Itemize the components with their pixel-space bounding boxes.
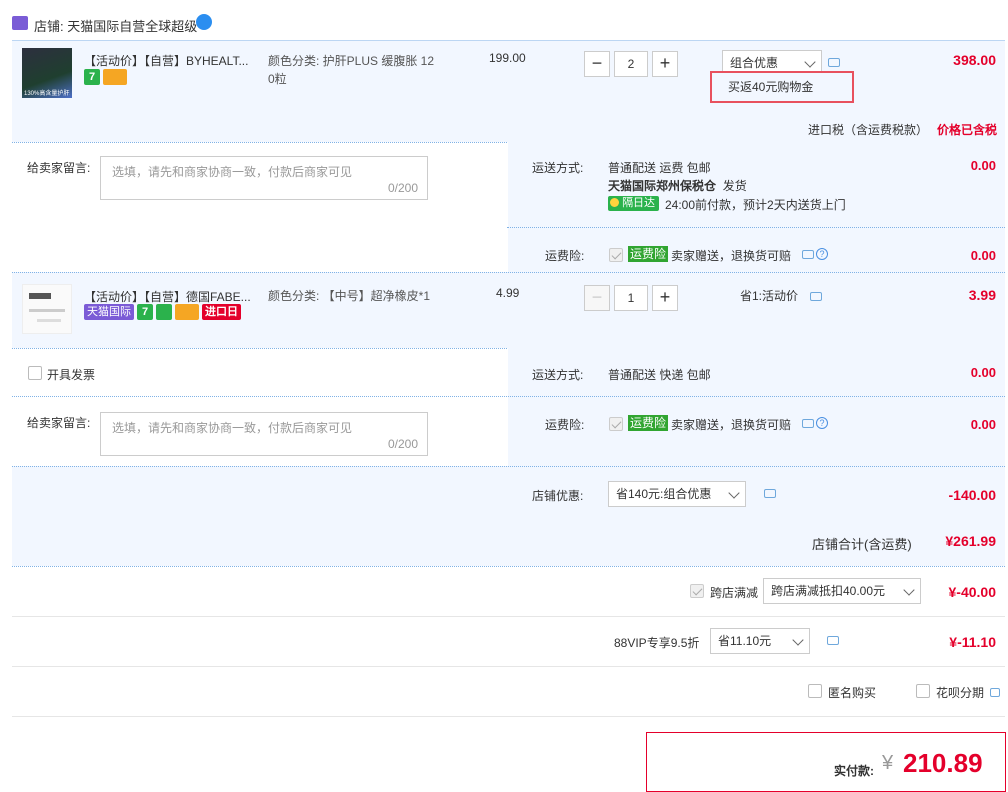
chevron-down-icon [903,584,915,596]
insurance-checkbox[interactable] [609,248,623,262]
cross-store-label: 跨店满减 [710,586,759,600]
shipping-method: 普通配送 运费 包邮 [608,161,711,175]
lightning-icon [610,198,619,207]
store-label: 店铺: [34,19,64,34]
store-total-value: ¥261.99 [945,533,996,549]
tmall-global-badge: 天猫国际 [84,304,134,320]
insurance-comment-icon[interactable] [802,419,814,428]
product-title[interactable]: 【活动价】【自营】BYHEALT... [84,52,248,69]
store-discount-select[interactable]: 省140元:组合优惠 [608,481,746,507]
tax-label: 进口税（含运费税款） [808,123,929,137]
discount-comment-icon[interactable] [764,489,776,498]
item-total: 3.99 [968,287,996,303]
store-header: 店铺: 天猫国际自营全球超级 [34,16,197,35]
installment-label[interactable]: 花呗分期 [936,684,984,701]
currency-symbol: ¥ [882,752,894,774]
insurance-badge: 运费险 [628,246,669,262]
shipping-method: 普通配送 快递 包邮 [608,368,711,382]
promo-note: 买返40元购物金 [710,71,854,103]
insurance-comment-icon[interactable] [802,250,814,259]
shipping-label: 运送方式: [532,161,584,175]
vip-label: 88VIP专享9.5折 [614,636,700,650]
chat-bubble-icon[interactable] [196,14,212,30]
seven-day-return-icon: 7 [84,69,100,85]
tax-value: 价格已含税 [937,123,998,137]
warehouse-info: 天猫国际郑州保税仓 发货 [608,179,747,193]
shipping-fee: 0.00 [970,158,996,173]
anonymous-label[interactable]: 匿名购买 [828,684,876,701]
credit-card-icon [175,304,199,320]
insurance-text: 卖家赠送，退换货可赔 [671,249,792,263]
product-thumbnail[interactable]: 130%高含量护肝草 [22,48,72,98]
vip-comment-icon[interactable] [827,636,839,645]
promo-comment-icon[interactable] [828,58,840,67]
item1-badges: 7 [84,69,130,85]
message-textarea[interactable]: 选填，请先和商家协商一致，付款后商家可见 0/200 [100,156,428,200]
seven-day-return-icon: 7 [137,304,153,320]
insurance-checkbox[interactable] [609,417,623,431]
product-thumbnail[interactable] [22,284,72,334]
insurance-badge: 运费险 [628,415,669,431]
cross-store-value: ¥-40.00 [948,584,996,600]
store-icon [12,16,28,30]
payment-amount: 210.89 [903,748,983,778]
qty-input[interactable]: 2 [614,51,648,77]
qty-increase-button[interactable]: + [652,285,678,311]
anonymous-checkbox[interactable] [808,684,822,698]
payment-label: 实付款: [834,764,874,778]
message-label: 给卖家留言: [27,161,91,175]
invoice-checkbox[interactable] [28,366,42,380]
insurance-label: 运费险: [545,249,585,263]
qty-decrease-button[interactable]: − [584,285,610,311]
installment-comment-icon[interactable] [990,688,1000,697]
cross-store-select[interactable]: 跨店满减抵扣40.00元 [763,578,921,604]
promo-comment-icon[interactable] [810,292,822,301]
store-discount-value: -140.00 [948,487,996,503]
installment-checkbox[interactable] [916,684,930,698]
shipping-label: 运送方式: [532,368,584,382]
chevron-down-icon [792,634,804,646]
item2-badges: 天猫国际 7 进口日 [84,304,244,320]
unit-price: 4.99 [496,286,520,300]
import-day-badge: 进口日 [202,304,241,320]
product-sku: 颜色分类: 护肝PLUS 缓腹胀 12 0粒 [268,54,435,86]
invoice-label[interactable]: 开具发票 [47,366,95,383]
insurance-text: 卖家赠送，退换货可赔 [671,418,792,432]
message-textarea[interactable]: 选填，请先和商家协商一致，付款后商家可见 0/200 [100,412,428,456]
qty-increase-button[interactable]: + [652,51,678,77]
help-icon[interactable]: ? [816,248,828,260]
chevron-down-icon [728,487,740,499]
qty-input[interactable]: 1 [614,285,648,311]
promo-text: 省1:活动价 [740,289,799,303]
next-day-badge: 隔日达 [608,196,660,211]
store-discount-label: 店铺优惠: [532,489,584,503]
shield-icon [156,304,172,320]
vip-select[interactable]: 省11.10元 [710,628,810,654]
cross-store-checkbox[interactable] [690,584,704,598]
help-icon[interactable]: ? [816,417,828,429]
insurance-fee: 0.00 [970,417,996,432]
shipping-fee: 0.00 [970,365,996,380]
credit-card-icon [103,69,127,85]
vip-value: ¥-11.10 [949,634,996,650]
insurance-label: 运费险: [545,418,585,432]
insurance-fee: 0.00 [970,248,996,263]
store-total-label: 店铺合计(含运费) [812,537,912,552]
item-total: 398.00 [953,52,996,68]
store-name[interactable]: 天猫国际自营全球超级 [67,19,197,34]
delivery-eta: 24:00前付款，预计2天内送货上门 [665,198,846,212]
qty-decrease-button[interactable]: − [584,51,610,77]
product-title[interactable]: 【活动价】【自营】德国FABE... [84,288,251,305]
message-label: 给卖家留言: [27,416,91,430]
product-sku: 颜色分类: 【中号】超净橡皮*1 [268,289,431,303]
unit-price: 199.00 [489,51,526,65]
chevron-down-icon [804,56,816,68]
